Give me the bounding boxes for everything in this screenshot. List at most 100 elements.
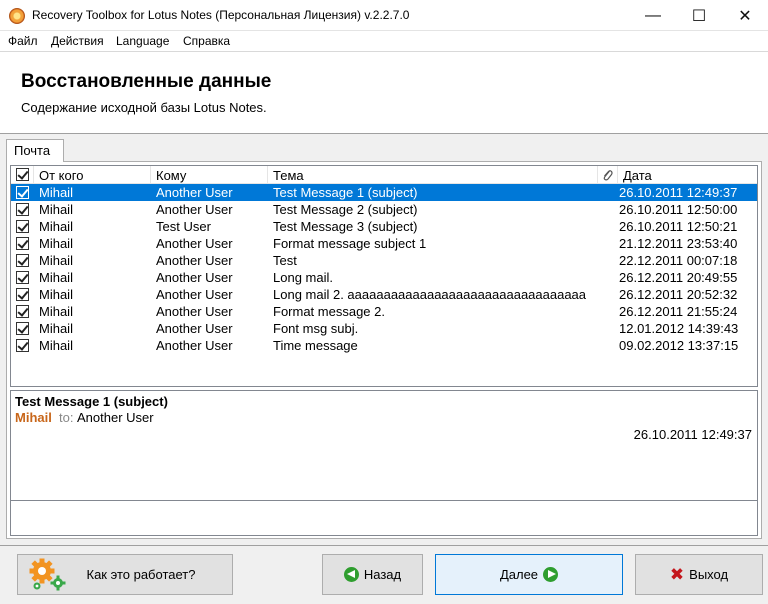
table-row[interactable]: Mihail Another User Test Message 2 (subj…	[11, 201, 757, 218]
maximize-button[interactable]: ☐	[676, 0, 722, 31]
cell-from: Mihail	[39, 253, 73, 268]
tab-mail[interactable]: Почта	[6, 139, 64, 162]
table-row[interactable]: Mihail Another User Test Message 1 (subj…	[11, 184, 757, 201]
page-title: Восстановленные данные	[21, 71, 272, 92]
cell-date: 26.12.2011 21:55:24	[619, 304, 738, 319]
column-header-date[interactable]: Дата	[618, 166, 757, 184]
minimize-button[interactable]: —	[630, 0, 676, 31]
column-header-to[interactable]: Кому	[151, 166, 268, 184]
close-button[interactable]: ✕	[722, 0, 768, 31]
table-row[interactable]: Mihail Test User Test Message 3 (subject…	[11, 218, 757, 235]
cell-to: Another User	[156, 253, 233, 268]
table-row[interactable]: Mihail Another User Format message subje…	[11, 235, 757, 252]
back-label: Назад	[363, 567, 402, 582]
preview-subject: Test Message 1 (subject)	[15, 394, 168, 409]
cell-subject: Long mail 2. aaaaaaaaaaaaaaaaaaaaaaaaaaa…	[273, 287, 587, 302]
message-preview[interactable]: Test Message 1 (subject) Mihail to: Anot…	[10, 390, 758, 501]
cell-from: Mihail	[39, 321, 73, 336]
exit-label: Выход	[689, 567, 729, 582]
window-title: Recovery Toolbox for Lotus Notes (Персон…	[32, 8, 410, 22]
menu-actions[interactable]: Действия	[51, 34, 104, 48]
cell-to: Another User	[156, 338, 233, 353]
cell-from: Mihail	[39, 185, 73, 200]
cell-to: Another User	[156, 185, 233, 200]
cell-date: 09.02.2012 13:37:15	[619, 338, 739, 353]
app-icon	[9, 8, 25, 24]
table-row[interactable]: Mihail Another User Long mail 2. aaaaaaa…	[11, 286, 757, 303]
next-label: Далее	[499, 567, 539, 582]
cell-to: Test User	[156, 219, 211, 234]
row-checkbox[interactable]	[16, 254, 29, 267]
cell-from: Mihail	[39, 304, 73, 319]
preview-recipient: Another User	[77, 410, 154, 425]
table-row[interactable]: Mihail Another User Time message 09.02.2…	[11, 337, 757, 354]
row-checkbox[interactable]	[16, 203, 29, 216]
cell-subject: Font msg subj.	[273, 321, 359, 336]
cell-to: Another User	[156, 321, 233, 336]
row-checkbox[interactable]	[16, 305, 29, 318]
preview-to-label: to:	[59, 410, 74, 425]
cell-date: 26.12.2011 20:52:32	[619, 287, 738, 302]
table-row[interactable]: Mihail Another User Test 22.12.2011 00:0…	[11, 252, 757, 269]
menu-help[interactable]: Справка	[183, 34, 230, 48]
table-row[interactable]: Mihail Another User Font msg subj. 12.01…	[11, 320, 757, 337]
cell-from: Mihail	[39, 338, 73, 353]
table-row[interactable]: Mihail Another User Long mail. 26.12.201…	[11, 269, 757, 286]
menu-file[interactable]: Файл	[8, 34, 38, 48]
select-all-checkbox[interactable]	[16, 168, 29, 181]
column-header-from[interactable]: От кого	[34, 166, 151, 184]
row-checkbox[interactable]	[16, 288, 29, 301]
how-it-works-label: Как это работает?	[86, 567, 196, 582]
exit-button[interactable]: ✖ Выход	[635, 554, 763, 595]
cell-subject: Test Message 3 (subject)	[273, 219, 418, 234]
cell-from: Mihail	[39, 287, 73, 302]
cell-subject: Test Message 1 (subject)	[273, 185, 418, 200]
cell-subject: Format message 2.	[273, 304, 385, 319]
cell-date: 26.12.2011 20:49:55	[619, 270, 738, 285]
row-checkbox[interactable]	[16, 339, 29, 352]
cell-subject: Long mail.	[273, 270, 333, 285]
back-button[interactable]: Назад	[322, 554, 423, 595]
divider	[0, 545, 768, 546]
cell-to: Another User	[156, 202, 233, 217]
column-header-check[interactable]	[11, 166, 34, 184]
cell-subject: Test	[273, 253, 297, 268]
cell-to: Another User	[156, 304, 233, 319]
cell-from: Mihail	[39, 219, 73, 234]
column-header-attachment[interactable]	[598, 166, 618, 184]
row-checkbox[interactable]	[16, 237, 29, 250]
paperclip-icon	[603, 170, 613, 181]
cell-date: 22.12.2011 00:07:18	[619, 253, 738, 268]
table-row[interactable]: Mihail Another User Format message 2. 26…	[11, 303, 757, 320]
preview-body-area[interactable]	[10, 501, 758, 536]
row-checkbox[interactable]	[16, 322, 29, 335]
title-bar[interactable]: Recovery Toolbox for Lotus Notes (Персон…	[0, 0, 768, 31]
menu-language[interactable]: Language	[116, 34, 169, 48]
menu-bar: Файл Действия Language Справка	[0, 31, 768, 51]
cell-subject: Time message	[273, 338, 358, 353]
row-checkbox[interactable]	[16, 271, 29, 284]
cell-from: Mihail	[39, 202, 73, 217]
cell-date: 12.01.2012 14:39:43	[619, 321, 739, 336]
header-panel: Восстановленные данные Содержание исходн…	[0, 51, 768, 134]
message-list[interactable]: От кого Кому Тема Дата Mihail Another Us…	[10, 165, 758, 387]
cell-date: 26.10.2011 12:49:37	[619, 185, 738, 200]
cell-date: 21.12.2011 23:53:40	[619, 236, 738, 251]
column-header-subject[interactable]: Тема	[268, 166, 598, 184]
page-subtitle: Содержание исходной базы Lotus Notes.	[21, 100, 267, 115]
preview-date: 26.10.2011 12:49:37	[633, 427, 752, 442]
cell-to: Another User	[156, 287, 233, 302]
row-checkbox[interactable]	[16, 186, 29, 199]
cell-from: Mihail	[39, 236, 73, 251]
cell-date: 26.10.2011 12:50:00	[619, 202, 738, 217]
next-arrow-icon	[543, 567, 559, 582]
cell-from: Mihail	[39, 270, 73, 285]
row-checkbox[interactable]	[16, 220, 29, 233]
preview-sender: Mihail	[15, 410, 52, 425]
cell-to: Another User	[156, 270, 233, 285]
next-button[interactable]: Далее	[435, 554, 623, 595]
back-arrow-icon	[343, 567, 359, 582]
exit-x-icon: ✖	[669, 564, 685, 584]
cell-subject: Format message subject 1	[273, 236, 427, 251]
cell-date: 26.10.2011 12:50:21	[619, 219, 738, 234]
